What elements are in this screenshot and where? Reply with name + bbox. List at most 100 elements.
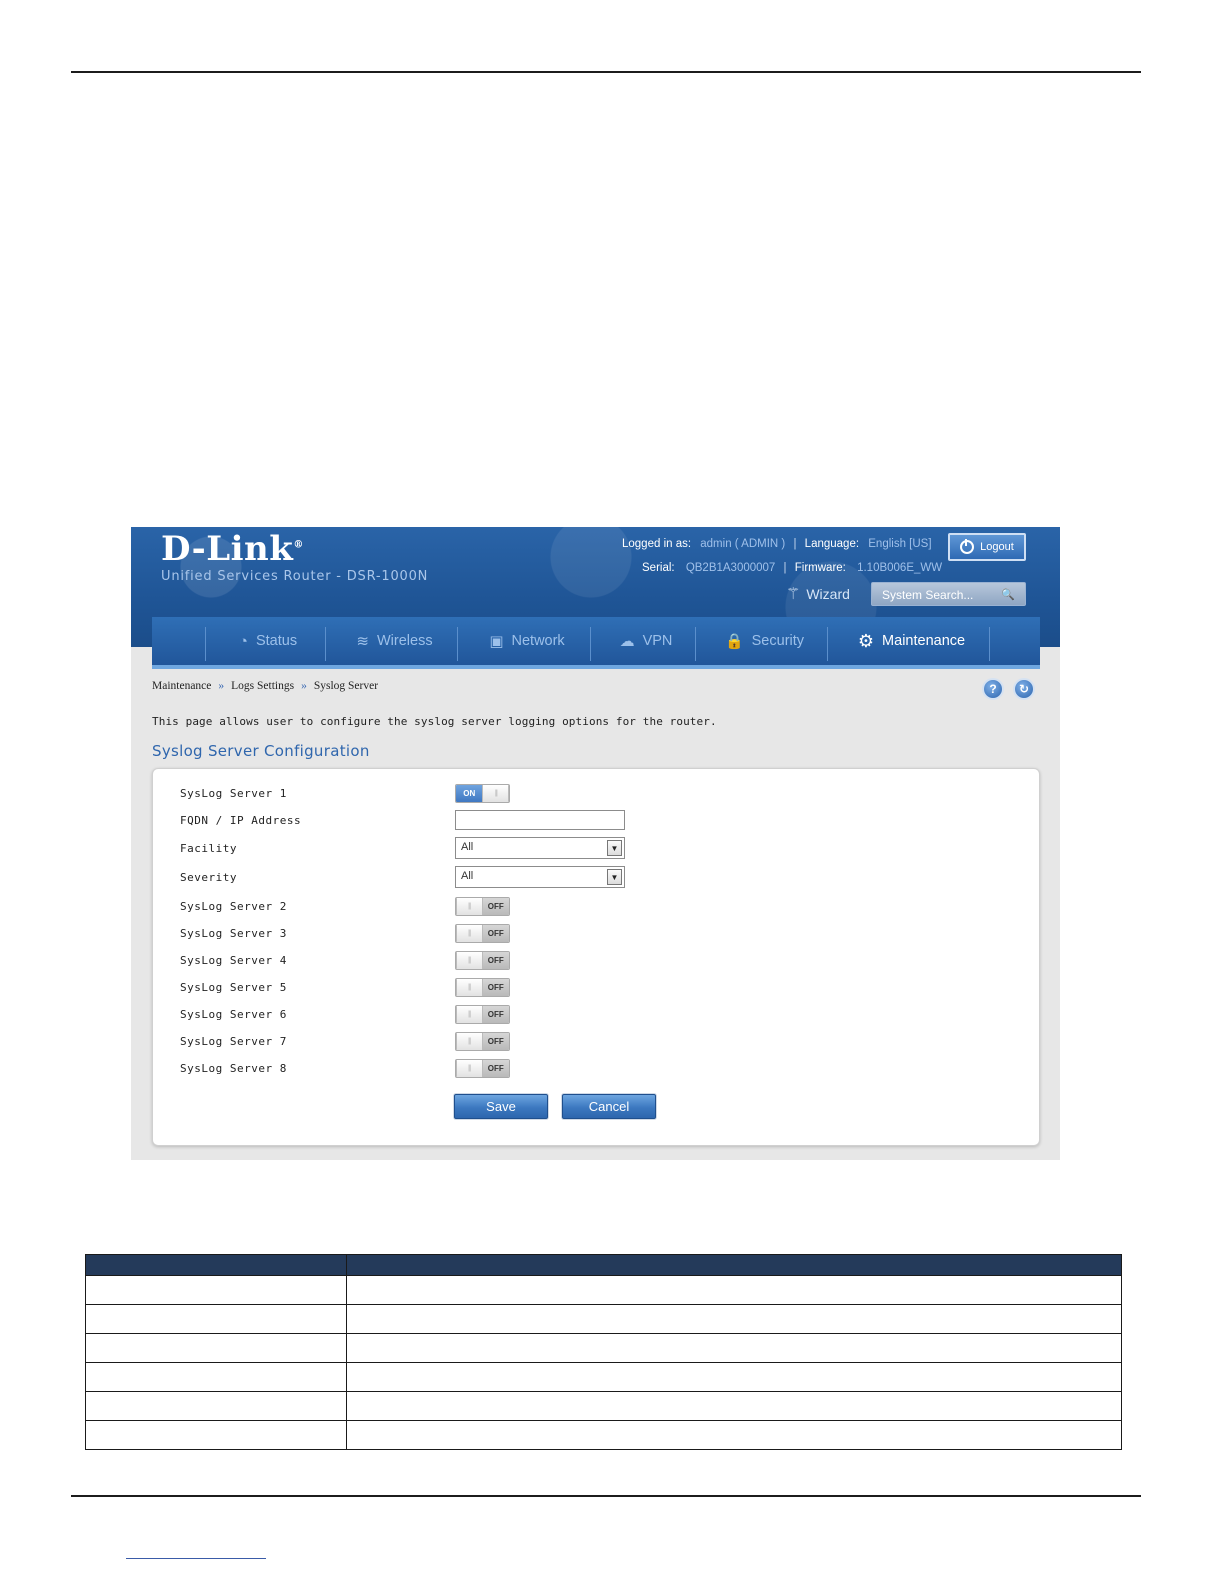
nav-divider — [827, 627, 828, 661]
search-icon[interactable]: 🔍 — [1001, 588, 1015, 601]
toggle-off-text: OFF — [482, 924, 509, 942]
server-8-toggle[interactable]: OFF — [455, 1058, 510, 1078]
cancel-button[interactable]: Cancel — [562, 1094, 656, 1119]
wifi-icon: ≋ — [356, 633, 369, 650]
server-4-label: SysLog Server 4 — [180, 953, 287, 967]
tab-network-label: Network — [511, 633, 565, 649]
logged-in-user: admin ( ADMIN ) — [700, 538, 786, 550]
logout-label: Logout — [980, 541, 1014, 553]
table-cell — [85, 1304, 347, 1334]
breadcrumb-logs-settings[interactable]: Logs Settings — [231, 680, 294, 692]
tab-vpn-label: VPN — [642, 633, 673, 649]
row-server-1: SysLog Server 1 ON — [180, 782, 510, 804]
section-title: Syslog Server Configuration — [152, 742, 370, 760]
tab-maintenance[interactable]: ⚙ Maintenance — [834, 617, 989, 665]
toggle-knob — [456, 951, 483, 969]
table-header-cell — [346, 1254, 1122, 1276]
nav-divider — [695, 627, 696, 661]
toggle-off-text: OFF — [482, 951, 509, 969]
table-row — [85, 1333, 1122, 1363]
tab-wireless[interactable]: ≋ Wireless — [332, 617, 457, 665]
logged-in-label: Logged in as: — [622, 538, 692, 550]
table-cell — [346, 1333, 1122, 1363]
toggle-off-text: OFF — [482, 897, 509, 915]
table-cell — [85, 1333, 347, 1363]
table-header-cell — [85, 1254, 347, 1276]
row-severity: Severity All ▼ — [180, 866, 625, 888]
toggle-knob — [482, 784, 509, 802]
toggle-off-text: OFF — [482, 1059, 509, 1077]
page-bottom-rule — [71, 1495, 1141, 1497]
row-server-2: SysLog Server 2 OFF — [180, 895, 510, 917]
serial-label: Serial: — [642, 562, 675, 574]
server-7-label: SysLog Server 7 — [180, 1034, 287, 1048]
computer-icon: ▣ — [489, 633, 504, 650]
tab-status-label: Status — [255, 633, 298, 649]
firmware-label: Firmware: — [794, 562, 846, 574]
lock-icon: 🔒 — [724, 633, 744, 650]
table-row — [85, 1420, 1122, 1450]
server-2-toggle[interactable]: OFF — [455, 896, 510, 916]
row-server-7: SysLog Server 7 OFF — [180, 1030, 510, 1052]
save-button[interactable]: Save — [454, 1094, 548, 1119]
server-1-toggle[interactable]: ON — [455, 783, 510, 803]
fqdn-input[interactable] — [455, 810, 625, 830]
table-row — [85, 1304, 1122, 1334]
separator: | — [793, 538, 797, 550]
tab-maintenance-label: Maintenance — [882, 633, 966, 649]
server-4-toggle[interactable]: OFF — [455, 950, 510, 970]
login-info: Logged in as: admin ( ADMIN ) | Language… — [622, 538, 932, 550]
toggle-off-text: OFF — [482, 1032, 509, 1050]
toggle-on-text: ON — [456, 784, 483, 802]
breadcrumb: Maintenance » Logs Settings » Syslog Server — [152, 680, 378, 692]
breadcrumb-syslog-server: Syslog Server — [313, 680, 379, 692]
table-row — [85, 1362, 1122, 1392]
nav-divider — [205, 627, 206, 661]
tab-security[interactable]: 🔒 Security — [702, 617, 827, 665]
breadcrumb-maintenance[interactable]: Maintenance — [152, 680, 211, 692]
parameter-table — [85, 1254, 1122, 1450]
serial-value: QB2B1A3000007 — [685, 562, 776, 574]
row-fqdn: FQDN / IP Address — [180, 809, 625, 831]
tab-network[interactable]: ▣ Network — [464, 617, 590, 665]
system-search-input[interactable]: System Search... 🔍 — [871, 582, 1026, 606]
nav-divider — [325, 627, 326, 661]
tab-status[interactable]: ◔ Status — [212, 617, 324, 665]
firmware-value: 1.10B006E_WW — [857, 562, 943, 574]
main-nav: ◔ Status ≋ Wireless ▣ Network ☁ VPN 🔒 Se… — [152, 617, 1040, 669]
server-5-toggle[interactable]: OFF — [455, 977, 510, 997]
table-cell — [85, 1391, 347, 1421]
page-description: This page allows user to configure the s… — [152, 715, 717, 728]
toggle-knob — [456, 1059, 483, 1077]
table-row — [85, 1391, 1122, 1421]
footer-link-underline — [126, 1558, 266, 1559]
table-cell — [346, 1275, 1122, 1305]
search-placeholder: System Search... — [882, 588, 974, 602]
server-6-toggle[interactable]: OFF — [455, 1004, 510, 1024]
tab-security-label: Security — [751, 633, 805, 649]
tab-wireless-label: Wireless — [376, 633, 433, 649]
page-top-rule — [71, 71, 1141, 73]
logout-button[interactable]: Logout — [948, 533, 1026, 561]
facility-label: Facility — [180, 841, 237, 855]
separator: | — [783, 562, 787, 574]
router-screenshot: D-Link® Unified Services Router - DSR-10… — [131, 527, 1060, 1160]
refresh-icon[interactable]: ↻ — [1013, 678, 1035, 700]
facility-select[interactable]: All ▼ — [455, 837, 625, 859]
server-7-toggle[interactable]: OFF — [455, 1031, 510, 1051]
table-cell — [85, 1275, 347, 1305]
breadcrumb-separator: » — [218, 680, 225, 692]
tab-vpn[interactable]: ☁ VPN — [597, 617, 695, 665]
row-server-4: SysLog Server 4 OFF — [180, 949, 510, 971]
wizard-link[interactable]: ⚚ Wizard — [786, 584, 850, 604]
chevron-down-icon: ▼ — [607, 840, 622, 856]
table-cell — [346, 1420, 1122, 1450]
language-link[interactable]: English [US] — [868, 538, 931, 550]
help-icon[interactable]: ? — [982, 678, 1004, 700]
server-3-toggle[interactable]: OFF — [455, 923, 510, 943]
server-5-label: SysLog Server 5 — [180, 980, 287, 994]
table-cell — [85, 1420, 347, 1450]
gears-icon: ⚙ — [857, 630, 875, 651]
severity-select[interactable]: All ▼ — [455, 866, 625, 888]
toggle-knob — [456, 1032, 483, 1050]
